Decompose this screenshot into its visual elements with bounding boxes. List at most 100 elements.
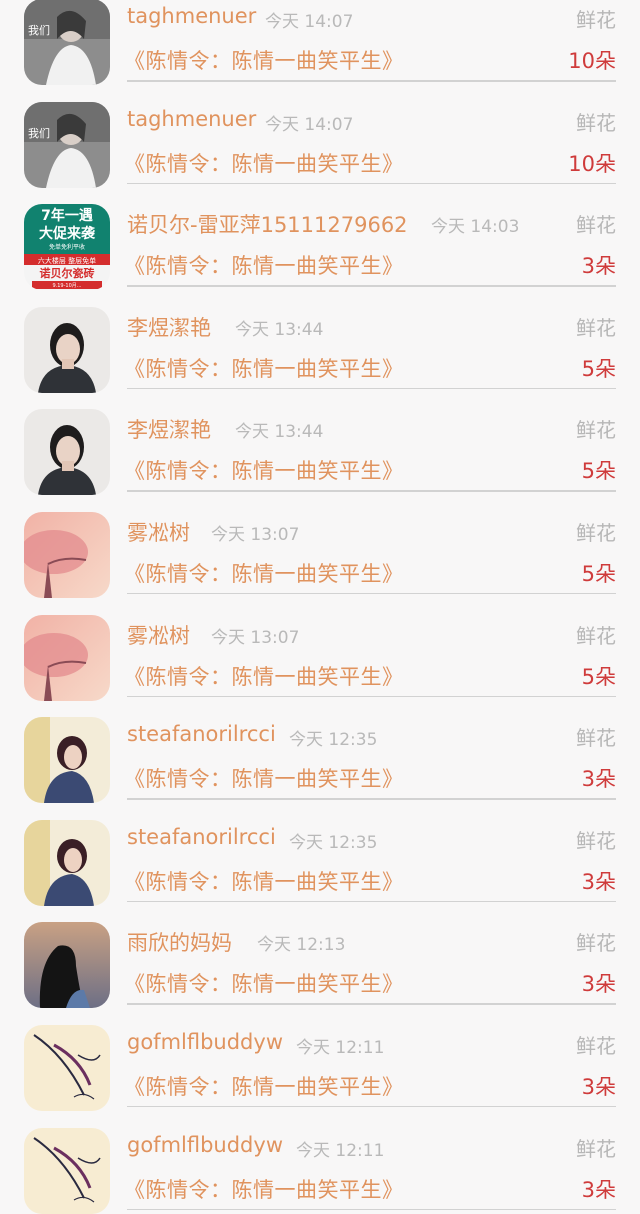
gift-type: 鲜花 bbox=[576, 931, 616, 956]
timestamp: 今天 13:44 bbox=[235, 319, 324, 340]
user-name[interactable]: steafanorilrcci bbox=[127, 825, 276, 849]
promo-line5: 诺贝尔瓷砖 bbox=[40, 266, 95, 280]
gift-type: 鲜花 bbox=[576, 315, 616, 340]
divider bbox=[127, 900, 616, 903]
gift-count: 5朵 bbox=[581, 459, 616, 484]
pink-tree-avatar[interactable] bbox=[24, 614, 110, 701]
svg-text:我们: 我们 bbox=[28, 126, 50, 140]
book-title[interactable]: 《陈情令：陈情一曲笑平生》 bbox=[124, 661, 404, 691]
pink-tree-avatar[interactable] bbox=[24, 511, 110, 598]
user-name[interactable]: 诺贝尔-雷亚萍15111279662 bbox=[127, 209, 408, 239]
timestamp: 今天 13:44 bbox=[235, 422, 324, 443]
timestamp: 今天 13:07 bbox=[211, 627, 300, 648]
book-title[interactable]: 《陈情令：陈情一曲笑平生》 bbox=[124, 45, 404, 75]
portrait-girl-avatar[interactable] bbox=[24, 306, 110, 393]
portrait-girl-avatar[interactable] bbox=[24, 409, 110, 496]
list-item[interactable]: steafanorilrcci 今天 12:35 鲜花 《陈情令：陈情一曲笑平生… bbox=[0, 698, 640, 804]
user-name[interactable]: 雾凇树 bbox=[127, 517, 190, 547]
gift-count: 3朵 bbox=[581, 972, 616, 997]
promo-line2: 大促来袭 bbox=[39, 225, 96, 242]
sketch-art-avatar[interactable] bbox=[24, 1024, 110, 1111]
promo-line4: 六大楼层 整层免单 bbox=[38, 256, 96, 265]
list-item[interactable]: 李煜潔艳 今天 13:44 鲜花 《陈情令：陈情一曲笑平生》 5朵 bbox=[0, 288, 640, 393]
svg-text:我们: 我们 bbox=[28, 23, 50, 37]
gift-count: 5朵 bbox=[581, 561, 616, 586]
sunglasses-girl-avatar[interactable]: 我们 bbox=[24, 0, 110, 85]
sketch-art-avatar[interactable] bbox=[24, 1127, 110, 1214]
gift-type: 鲜花 bbox=[576, 726, 616, 751]
user-name[interactable]: gofmlflbuddyw bbox=[127, 1030, 283, 1054]
timestamp: 今天 14:07 bbox=[265, 12, 354, 32]
gift-type: 鲜花 bbox=[576, 418, 616, 443]
gift-count: 3朵 bbox=[581, 869, 616, 894]
list-item[interactable]: 7年一遇 大促来袭 免单免利平收 六大楼层 整层免单 诺贝尔瓷砖 9.19-10… bbox=[0, 185, 640, 291]
book-title[interactable]: 《陈情令：陈情一曲笑平生》 bbox=[124, 1174, 404, 1204]
gift-count: 3朵 bbox=[581, 254, 616, 279]
timestamp: 今天 12:35 bbox=[289, 832, 378, 853]
timestamp: 今天 12:13 bbox=[257, 935, 346, 956]
gift-count: 3朵 bbox=[581, 1177, 616, 1202]
promo-ad-avatar[interactable]: 7年一遇 大促来袭 免单免利平收 六大楼层 整层免单 诺贝尔瓷砖 9.19-10… bbox=[24, 204, 110, 291]
gift-list: 我们 taghmenuer 今天 14:07 鲜花 《陈情令：陈情一曲笑平生》 … bbox=[0, 0, 640, 1214]
divider bbox=[127, 592, 616, 595]
divider bbox=[127, 490, 616, 492]
sunglasses-girl-avatar[interactable]: 我们 bbox=[24, 101, 110, 188]
gift-type: 鲜花 bbox=[576, 623, 616, 648]
user-name[interactable]: 雾凇树 bbox=[127, 620, 190, 650]
list-item[interactable]: 我们 taghmenuer 今天 14:07 鲜花 《陈情令：陈情一曲笑平生》 … bbox=[0, 0, 640, 85]
book-title[interactable]: 《陈情令：陈情一曲笑平生》 bbox=[124, 148, 404, 178]
book-title[interactable]: 《陈情令：陈情一曲笑平生》 bbox=[124, 250, 404, 280]
divider bbox=[127, 695, 616, 698]
user-name[interactable]: 雨欣的妈妈 bbox=[127, 927, 232, 957]
book-title[interactable]: 《陈情令：陈情一曲笑平生》 bbox=[124, 1071, 404, 1101]
sunset-silhouette-avatar[interactable] bbox=[24, 922, 110, 1009]
list-item[interactable]: steafanorilrcci 今天 12:35 鲜花 《陈情令：陈情一曲笑平生… bbox=[0, 801, 640, 906]
list-item[interactable]: 雨欣的妈妈 今天 12:13 鲜花 《陈情令：陈情一曲笑平生》 3朵 bbox=[0, 903, 640, 1009]
divider bbox=[127, 1105, 616, 1108]
book-title[interactable]: 《陈情令：陈情一曲笑平生》 bbox=[124, 455, 404, 485]
list-item[interactable]: 我们 taghmenuer 今天 14:07 鲜花 《陈情令：陈情一曲笑平生》 … bbox=[0, 83, 640, 188]
list-item[interactable]: gofmlflbuddyw 今天 12:11 鲜花 《陈情令：陈情一曲笑平生》 … bbox=[0, 1006, 640, 1111]
user-name[interactable]: steafanorilrcci bbox=[127, 722, 276, 746]
list-item[interactable]: 雾凇树 今天 13:07 鲜花 《陈情令：陈情一曲笑平生》 5朵 bbox=[0, 596, 640, 701]
book-title[interactable]: 《陈情令：陈情一曲笑平生》 bbox=[124, 968, 404, 998]
gift-count: 10朵 bbox=[568, 151, 616, 176]
gift-count: 5朵 bbox=[581, 664, 616, 689]
gift-type: 鲜花 bbox=[576, 213, 616, 238]
user-name[interactable]: gofmlflbuddyw bbox=[127, 1133, 283, 1157]
timestamp: 今天 13:07 bbox=[211, 524, 300, 545]
woman-window-avatar[interactable] bbox=[24, 819, 110, 906]
book-title[interactable]: 《陈情令：陈情一曲笑平生》 bbox=[124, 866, 404, 896]
gift-count: 3朵 bbox=[581, 1074, 616, 1099]
gift-count: 10朵 bbox=[568, 49, 616, 73]
user-name[interactable]: taghmenuer bbox=[127, 4, 256, 28]
book-title[interactable]: 《陈情令：陈情一曲笑平生》 bbox=[124, 353, 404, 383]
divider bbox=[127, 182, 616, 185]
gift-type: 鲜花 bbox=[576, 828, 616, 853]
book-title[interactable]: 《陈情令：陈情一曲笑平生》 bbox=[124, 558, 404, 588]
list-item[interactable]: 雾凇树 今天 13:07 鲜花 《陈情令：陈情一曲笑平生》 5朵 bbox=[0, 493, 640, 598]
user-name[interactable]: 李煜潔艳 bbox=[127, 312, 211, 342]
gift-count: 5朵 bbox=[581, 356, 616, 381]
book-title[interactable]: 《陈情令：陈情一曲笑平生》 bbox=[124, 763, 404, 793]
list-item[interactable]: gofmlflbuddyw 今天 12:11 鲜花 《陈情令：陈情一曲笑平生》 … bbox=[0, 1109, 640, 1214]
timestamp: 今天 12:11 bbox=[296, 1140, 385, 1161]
woman-window-avatar[interactable] bbox=[24, 717, 110, 804]
timestamp: 今天 12:11 bbox=[296, 1037, 385, 1058]
promo-line1: 7年一遇 bbox=[41, 207, 93, 224]
user-name[interactable]: taghmenuer bbox=[127, 107, 256, 131]
gift-type: 鲜花 bbox=[576, 1136, 616, 1161]
gift-type: 鲜花 bbox=[576, 110, 616, 135]
timestamp: 今天 14:07 bbox=[265, 114, 354, 135]
list-item[interactable]: 李煜潔艳 今天 13:44 鲜花 《陈情令：陈情一曲笑平生》 5朵 bbox=[0, 390, 640, 496]
timestamp: 今天 14:03 bbox=[431, 217, 520, 238]
divider bbox=[127, 285, 616, 287]
divider bbox=[127, 1003, 616, 1005]
timestamp: 今天 12:35 bbox=[289, 730, 378, 751]
promo-line3: 免单免利平收 bbox=[49, 243, 85, 251]
gift-type: 鲜花 bbox=[576, 8, 616, 32]
gift-type: 鲜花 bbox=[576, 520, 616, 545]
divider bbox=[127, 387, 616, 390]
gift-type: 鲜花 bbox=[576, 1033, 616, 1058]
user-name[interactable]: 李煜潔艳 bbox=[127, 414, 211, 444]
